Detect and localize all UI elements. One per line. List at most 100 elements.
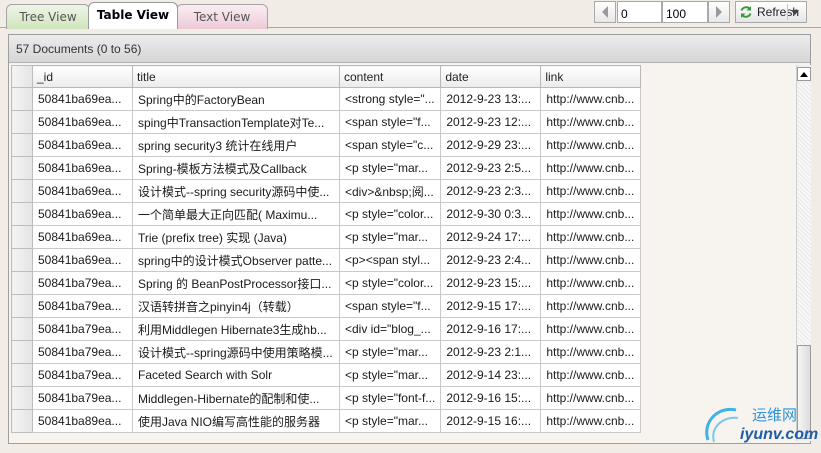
cell-link[interactable]: http://www.cnb... [540, 179, 642, 203]
row-selector-header[interactable] [11, 65, 33, 88]
cell-id[interactable]: 50841ba79ea... [32, 386, 133, 410]
cell-date[interactable]: 2012-9-14 23:... [440, 363, 542, 387]
cell-date[interactable]: 2012-9-23 2:4... [440, 248, 542, 272]
cell-link[interactable]: http://www.cnb... [540, 110, 642, 134]
cell-content[interactable]: <p style="color... [338, 202, 442, 226]
cell-title[interactable]: spring security3 统计在线用户 [132, 133, 340, 157]
row-selector[interactable] [11, 156, 33, 180]
cell-link[interactable]: http://www.cnb... [540, 156, 642, 180]
cell-id[interactable]: 50841ba79ea... [32, 317, 133, 341]
cell-link[interactable]: http://www.cnb... [540, 225, 642, 249]
cell-content[interactable]: <span style="c... [338, 133, 442, 157]
cell-title[interactable]: spring中的设计模式Observer patte... [132, 248, 340, 272]
cell-title[interactable]: sping中TransactionTemplate对Te... [132, 110, 340, 134]
cell-link[interactable]: http://www.cnb... [540, 386, 642, 410]
cell-content[interactable]: <strong style="... [338, 87, 442, 111]
cell-date[interactable]: 2012-9-23 12:... [440, 110, 542, 134]
previous-page-button[interactable] [594, 1, 616, 23]
cell-link[interactable]: http://www.cnb... [540, 409, 642, 433]
table-row[interactable]: 50841ba79ea... Spring 的 BeanPostProcessor… [11, 271, 642, 295]
cell-title[interactable]: Faceted Search with Solr [132, 363, 340, 387]
row-selector[interactable] [11, 202, 33, 226]
table-row[interactable]: 50841ba69ea... 一个简单最大正向匹配( Maximu... <p st… [11, 202, 642, 226]
table-row[interactable]: 50841ba69ea... spring security3 统计在线用户 <sp… [11, 133, 642, 157]
cell-date[interactable]: 2012-9-23 2:1... [440, 340, 542, 364]
column-header-link[interactable]: link [540, 65, 642, 88]
cell-content[interactable]: <p style="mar... [338, 340, 442, 364]
next-page-button[interactable] [708, 1, 730, 23]
row-selector[interactable] [11, 179, 33, 203]
cell-content[interactable]: <div id="blog_... [338, 317, 442, 341]
cell-title[interactable]: Middlegen-Hibernate的配制和使... [132, 386, 340, 410]
row-selector[interactable] [11, 340, 33, 364]
table-row[interactable]: 50841ba69ea... sping中TransactionTemplate对… [11, 110, 642, 134]
cell-link[interactable]: http://www.cnb... [540, 317, 642, 341]
cell-title[interactable]: Spring中的FactoryBean [132, 87, 340, 111]
cell-id[interactable]: 50841ba79ea... [32, 294, 133, 318]
row-selector[interactable] [11, 294, 33, 318]
cell-content[interactable]: <p><span styl... [338, 248, 442, 272]
cell-content[interactable]: <div>&nbsp;阅... [338, 179, 442, 203]
cell-date[interactable]: 2012-9-23 13:... [440, 87, 542, 111]
cell-title[interactable]: Trie (prefix tree) 实现 (Java) [132, 225, 340, 249]
cell-date[interactable]: 2012-9-16 15:... [440, 386, 542, 410]
scroll-up-button[interactable] [797, 67, 811, 81]
vertical-scrollbar[interactable] [796, 65, 811, 441]
cell-id[interactable]: 50841ba69ea... [32, 133, 133, 157]
cell-link[interactable]: http://www.cnb... [540, 271, 642, 295]
cell-link[interactable]: http://www.cnb... [540, 340, 642, 364]
cell-date[interactable]: 2012-9-15 17:... [440, 294, 542, 318]
column-header-date[interactable]: date [440, 65, 542, 88]
row-selector[interactable] [11, 133, 33, 157]
scroll-thumb[interactable] [797, 345, 811, 439]
row-selector[interactable] [11, 87, 33, 111]
table-row[interactable]: 50841ba69ea... Spring中的FactoryBean <strong… [11, 87, 642, 111]
cell-id[interactable]: 50841ba69ea... [32, 202, 133, 226]
cell-date[interactable]: 2012-9-23 2:3... [440, 179, 542, 203]
cell-id[interactable]: 50841ba69ea... [32, 87, 133, 111]
table-row[interactable]: 50841ba69ea... Trie (prefix tree) 实现 (Jav… [11, 225, 642, 249]
tab-table-view[interactable]: Table View [88, 2, 178, 29]
cell-date[interactable]: 2012-9-15 16:... [440, 409, 542, 433]
refresh-button[interactable]: Refresh [735, 1, 807, 23]
row-selector[interactable] [11, 225, 33, 249]
table-row[interactable]: 50841ba79ea... 利用Middlegen Hibernate3生成hb… [11, 317, 642, 341]
cell-content[interactable]: <p style="mar... [338, 363, 442, 387]
tab-text-view[interactable]: Text View [176, 4, 268, 29]
cell-content[interactable]: <p style="mar... [338, 225, 442, 249]
cell-content[interactable]: <p style="font-f... [338, 386, 442, 410]
cell-id[interactable]: 50841ba69ea... [32, 156, 133, 180]
cell-title[interactable]: 设计模式--spring源码中使用策略模... [132, 340, 340, 364]
cell-date[interactable]: 2012-9-24 17:... [440, 225, 542, 249]
column-header-title[interactable]: title [132, 65, 340, 88]
table-row[interactable]: 50841ba69ea... spring中的设计模式Observer patte… [11, 248, 642, 272]
table-row[interactable]: 50841ba79ea... 设计模式--spring源码中使用策略模... <p … [11, 340, 642, 364]
cell-id[interactable]: 50841ba69ea... [32, 248, 133, 272]
cell-content[interactable]: <span style="f... [338, 294, 442, 318]
cell-date[interactable]: 2012-9-23 15:... [440, 271, 542, 295]
page-count-input[interactable] [662, 1, 708, 23]
row-selector[interactable] [11, 110, 33, 134]
cell-link[interactable]: http://www.cnb... [540, 87, 642, 111]
table-row[interactable]: 50841ba69ea... 设计模式--spring security源码中使.… [11, 179, 642, 203]
cell-date[interactable]: 2012-9-30 0:3... [440, 202, 542, 226]
cell-title[interactable]: Spring 的 BeanPostProcessor接口... [132, 271, 340, 295]
cell-id[interactable]: 50841ba79ea... [32, 363, 133, 387]
cell-id[interactable]: 50841ba69ea... [32, 225, 133, 249]
table-row[interactable]: 50841ba69ea... Spring-模板方法模式及Callback <p s… [11, 156, 642, 180]
cell-id[interactable]: 50841ba79ea... [32, 271, 133, 295]
row-selector[interactable] [11, 248, 33, 272]
cell-title[interactable]: Spring-模板方法模式及Callback [132, 156, 340, 180]
cell-content[interactable]: <p style="mar... [338, 156, 442, 180]
cell-id[interactable]: 50841ba69ea... [32, 179, 133, 203]
cell-title[interactable]: 利用Middlegen Hibernate3生成hb... [132, 317, 340, 341]
dropdown-caret-icon[interactable] [791, 10, 799, 15]
cell-id[interactable]: 50841ba89ea... [32, 409, 133, 433]
cell-id[interactable]: 50841ba69ea... [32, 110, 133, 134]
cell-link[interactable]: http://www.cnb... [540, 133, 642, 157]
cell-content[interactable]: <p style="mar... [338, 409, 442, 433]
cell-title[interactable]: 设计模式--spring security源码中使... [132, 179, 340, 203]
cell-date[interactable]: 2012-9-16 17:... [440, 317, 542, 341]
row-selector[interactable] [11, 386, 33, 410]
cell-content[interactable]: <p style="color... [338, 271, 442, 295]
